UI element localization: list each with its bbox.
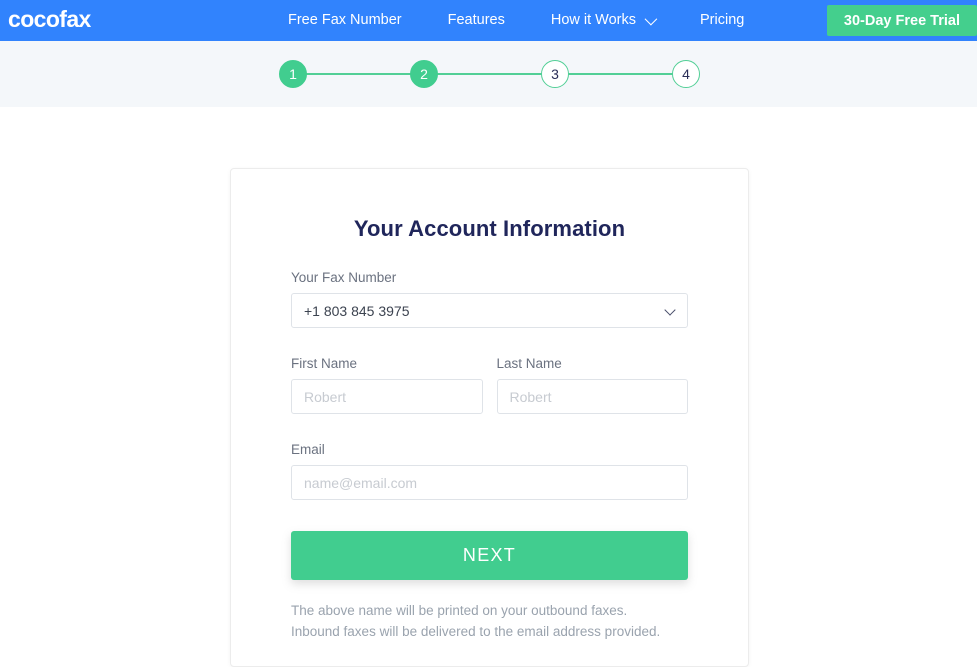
cocofax-logo[interactable]: cocofax <box>8 8 91 33</box>
field-first-name: First Name <box>291 356 483 414</box>
nav-item-free-fax-number[interactable]: Free Fax Number <box>265 0 425 41</box>
stepper-step-number: 1 <box>289 66 297 82</box>
page-title: Your Account Information <box>353 216 626 241</box>
next-button[interactable]: NEXT <box>291 531 688 580</box>
progress-stepper-band: 1 2 3 4 <box>0 41 977 107</box>
fax-number-label: Your Fax Number <box>291 270 397 285</box>
field-email: Email <box>291 442 688 500</box>
field-fax-number: Your Fax Number +1 803 845 3975 <box>291 270 688 328</box>
stepper-step-number: 4 <box>682 66 690 82</box>
nav-item-label: Features <box>447 12 505 28</box>
first-name-label: First Name <box>291 356 358 371</box>
primary-nav: Free Fax Number Features How it Works Pr… <box>265 0 767 41</box>
nav-item-label: Pricing <box>700 12 745 28</box>
field-last-name: Last Name <box>496 356 688 414</box>
email-input[interactable] <box>291 465 688 500</box>
chevron-down-icon <box>644 12 658 26</box>
stepper-connector-1-2 <box>306 73 411 75</box>
progress-stepper: 1 2 3 4 <box>279 60 700 88</box>
stepper-step-2[interactable]: 2 <box>410 60 438 88</box>
stepper-connector-2-3 <box>437 73 542 75</box>
top-navbar: cocofax Free Fax Number Features How it … <box>0 0 977 41</box>
account-information-card: Your Account Information Your Fax Number… <box>230 168 749 667</box>
stepper-step-number: 2 <box>420 66 428 82</box>
fax-number-select[interactable]: +1 803 845 3975 <box>291 293 688 328</box>
stepper-connector-3-4 <box>568 73 673 75</box>
page-body: Your Account Information Your Fax Number… <box>0 107 977 667</box>
nav-item-features[interactable]: Features <box>425 0 528 41</box>
fax-number-select-wrapper: +1 803 845 3975 <box>291 293 688 328</box>
nav-item-pricing[interactable]: Pricing <box>677 0 767 41</box>
last-name-label: Last Name <box>496 356 562 371</box>
footnote-line-2: Inbound faxes will be delivered to the e… <box>291 624 661 639</box>
name-fields-row: First Name Last Name <box>291 356 688 414</box>
nav-item-label: How it Works <box>550 12 636 28</box>
stepper-step-1[interactable]: 1 <box>279 60 307 88</box>
stepper-step-3[interactable]: 3 <box>541 60 569 88</box>
footnote-line-1: The above name will be printed on your o… <box>291 603 628 618</box>
nav-item-how-it-works[interactable]: How it Works <box>528 0 677 41</box>
stepper-step-4[interactable]: 4 <box>672 60 700 88</box>
form-footnote: The above name will be printed on your o… <box>291 600 688 642</box>
first-name-input[interactable] <box>291 379 483 414</box>
nav-item-label: Free Fax Number <box>288 12 402 28</box>
stepper-step-number: 3 <box>551 66 559 82</box>
free-trial-button[interactable]: 30-Day Free Trial <box>826 5 977 36</box>
last-name-input[interactable] <box>496 379 688 414</box>
email-label: Email <box>291 442 325 457</box>
